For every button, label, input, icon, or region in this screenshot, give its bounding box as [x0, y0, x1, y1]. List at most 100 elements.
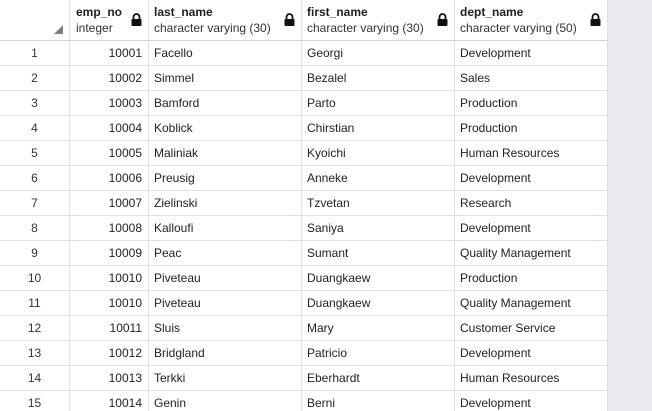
cell-first-name[interactable]: Sumant	[302, 241, 455, 265]
cell-emp-no[interactable]: 10009	[70, 241, 149, 265]
cell-emp-no[interactable]: 10006	[70, 166, 149, 190]
row-number[interactable]: 14	[0, 366, 70, 390]
cell-first-name[interactable]: Duangkaew	[302, 291, 455, 315]
row-number[interactable]: 7	[0, 191, 70, 215]
cell-emp-no[interactable]: 10002	[70, 66, 149, 90]
table-row[interactable]: 7 10007 Zielinski Tzvetan Research	[0, 191, 608, 216]
table-row[interactable]: 15 10014 Genin Berni Development	[0, 391, 608, 411]
cell-last-name[interactable]: Preusig	[149, 166, 302, 190]
row-number[interactable]: 2	[0, 66, 70, 90]
cell-dept-name[interactable]: Production	[455, 116, 608, 140]
table-row[interactable]: 1 10001 Facello Georgi Development	[0, 41, 608, 66]
cell-last-name[interactable]: Facello	[149, 41, 302, 65]
results-grid: emp_no integer last_name character varyi…	[0, 0, 608, 411]
cell-emp-no[interactable]: 10003	[70, 91, 149, 115]
cell-first-name[interactable]: Tzvetan	[302, 191, 455, 215]
cell-emp-no[interactable]: 10012	[70, 341, 149, 365]
table-row[interactable]: 10 10010 Piveteau Duangkaew Production	[0, 266, 608, 291]
cell-emp-no[interactable]: 10010	[70, 266, 149, 290]
cell-emp-no[interactable]: 10001	[70, 41, 149, 65]
cell-first-name[interactable]: Georgi	[302, 41, 455, 65]
cell-first-name[interactable]: Bezalel	[302, 66, 455, 90]
cell-emp-no[interactable]: 10004	[70, 116, 149, 140]
cell-dept-name[interactable]: Development	[455, 341, 608, 365]
table-row[interactable]: 5 10005 Maliniak Kyoichi Human Resources	[0, 141, 608, 166]
column-header-emp-no[interactable]: emp_no integer	[70, 0, 149, 40]
cell-emp-no[interactable]: 10011	[70, 316, 149, 340]
cell-last-name[interactable]: Zielinski	[149, 191, 302, 215]
cell-last-name[interactable]: Genin	[149, 391, 302, 411]
cell-last-name[interactable]: Bamford	[149, 91, 302, 115]
row-number[interactable]: 10	[0, 266, 70, 290]
table-row[interactable]: 14 10013 Terkki Eberhardt Human Resources	[0, 366, 608, 391]
table-row[interactable]: 11 10010 Piveteau Duangkaew Quality Manageme…	[0, 291, 608, 316]
cell-last-name[interactable]: Piveteau	[149, 291, 302, 315]
cell-emp-no[interactable]: 10007	[70, 191, 149, 215]
row-number[interactable]: 9	[0, 241, 70, 265]
cell-first-name[interactable]: Duangkaew	[302, 266, 455, 290]
cell-last-name[interactable]: Piveteau	[149, 266, 302, 290]
row-number[interactable]: 12	[0, 316, 70, 340]
cell-last-name[interactable]: Kalloufi	[149, 216, 302, 240]
table-row[interactable]: 12 10011 Sluis Mary Customer Service	[0, 316, 608, 341]
cell-dept-name[interactable]: Production	[455, 266, 608, 290]
table-row[interactable]: 3 10003 Bamford Parto Production	[0, 91, 608, 116]
table-row[interactable]: 13 10012 Bridgland Patricio Development	[0, 341, 608, 366]
table-row[interactable]: 4 10004 Koblick Chirstian Production	[0, 116, 608, 141]
row-number[interactable]: 3	[0, 91, 70, 115]
cell-emp-no[interactable]: 10010	[70, 291, 149, 315]
cell-dept-name[interactable]: Development	[455, 166, 608, 190]
cell-first-name[interactable]: Berni	[302, 391, 455, 411]
cell-dept-name[interactable]: Research	[455, 191, 608, 215]
table-row[interactable]: 6 10006 Preusig Anneke Development	[0, 166, 608, 191]
column-type: character varying (50)	[460, 21, 577, 35]
cell-last-name[interactable]: Peac	[149, 241, 302, 265]
cell-last-name[interactable]: Maliniak	[149, 141, 302, 165]
cell-emp-no[interactable]: 10014	[70, 391, 149, 411]
cell-first-name[interactable]: Saniya	[302, 216, 455, 240]
column-name: emp_no	[76, 5, 123, 19]
cell-first-name[interactable]: Chirstian	[302, 116, 455, 140]
cell-last-name[interactable]: Terkki	[149, 366, 302, 390]
row-number[interactable]: 8	[0, 216, 70, 240]
lock-icon	[284, 13, 295, 26]
cell-dept-name[interactable]: Customer Service	[455, 316, 608, 340]
cell-dept-name[interactable]: Quality Management	[455, 291, 608, 315]
cell-first-name[interactable]: Parto	[302, 91, 455, 115]
row-number[interactable]: 11	[0, 291, 70, 315]
cell-last-name[interactable]: Sluis	[149, 316, 302, 340]
cell-first-name[interactable]: Anneke	[302, 166, 455, 190]
row-number[interactable]: 5	[0, 141, 70, 165]
cell-first-name[interactable]: Eberhardt	[302, 366, 455, 390]
cell-dept-name[interactable]: Development	[455, 41, 608, 65]
select-all-corner[interactable]	[0, 0, 70, 40]
cell-dept-name[interactable]: Quality Management	[455, 241, 608, 265]
cell-last-name[interactable]: Bridgland	[149, 341, 302, 365]
row-number[interactable]: 13	[0, 341, 70, 365]
table-row[interactable]: 8 10008 Kalloufi Saniya Development	[0, 216, 608, 241]
cell-last-name[interactable]: Simmel	[149, 66, 302, 90]
column-header-last-name[interactable]: last_name character varying (30)	[149, 0, 302, 40]
cell-dept-name[interactable]: Development	[455, 216, 608, 240]
cell-dept-name[interactable]: Sales	[455, 66, 608, 90]
cell-dept-name[interactable]: Human Resources	[455, 141, 608, 165]
cell-emp-no[interactable]: 10013	[70, 366, 149, 390]
cell-first-name[interactable]: Kyoichi	[302, 141, 455, 165]
column-header-dept-name[interactable]: dept_name character varying (50)	[455, 0, 608, 40]
column-header-first-name[interactable]: first_name character varying (30)	[302, 0, 455, 40]
cell-emp-no[interactable]: 10005	[70, 141, 149, 165]
cell-last-name[interactable]: Koblick	[149, 116, 302, 140]
cell-dept-name[interactable]: Development	[455, 391, 608, 411]
cell-emp-no[interactable]: 10008	[70, 216, 149, 240]
cell-first-name[interactable]: Patricio	[302, 341, 455, 365]
table-row[interactable]: 9 10009 Peac Sumant Quality Management	[0, 241, 608, 266]
table-row[interactable]: 2 10002 Simmel Bezalel Sales	[0, 66, 608, 91]
cell-first-name[interactable]: Mary	[302, 316, 455, 340]
cell-dept-name[interactable]: Production	[455, 91, 608, 115]
row-number[interactable]: 4	[0, 116, 70, 140]
column-name: last_name	[154, 5, 213, 19]
row-number[interactable]: 6	[0, 166, 70, 190]
row-number[interactable]: 15	[0, 391, 70, 411]
row-number[interactable]: 1	[0, 41, 70, 65]
cell-dept-name[interactable]: Human Resources	[455, 366, 608, 390]
